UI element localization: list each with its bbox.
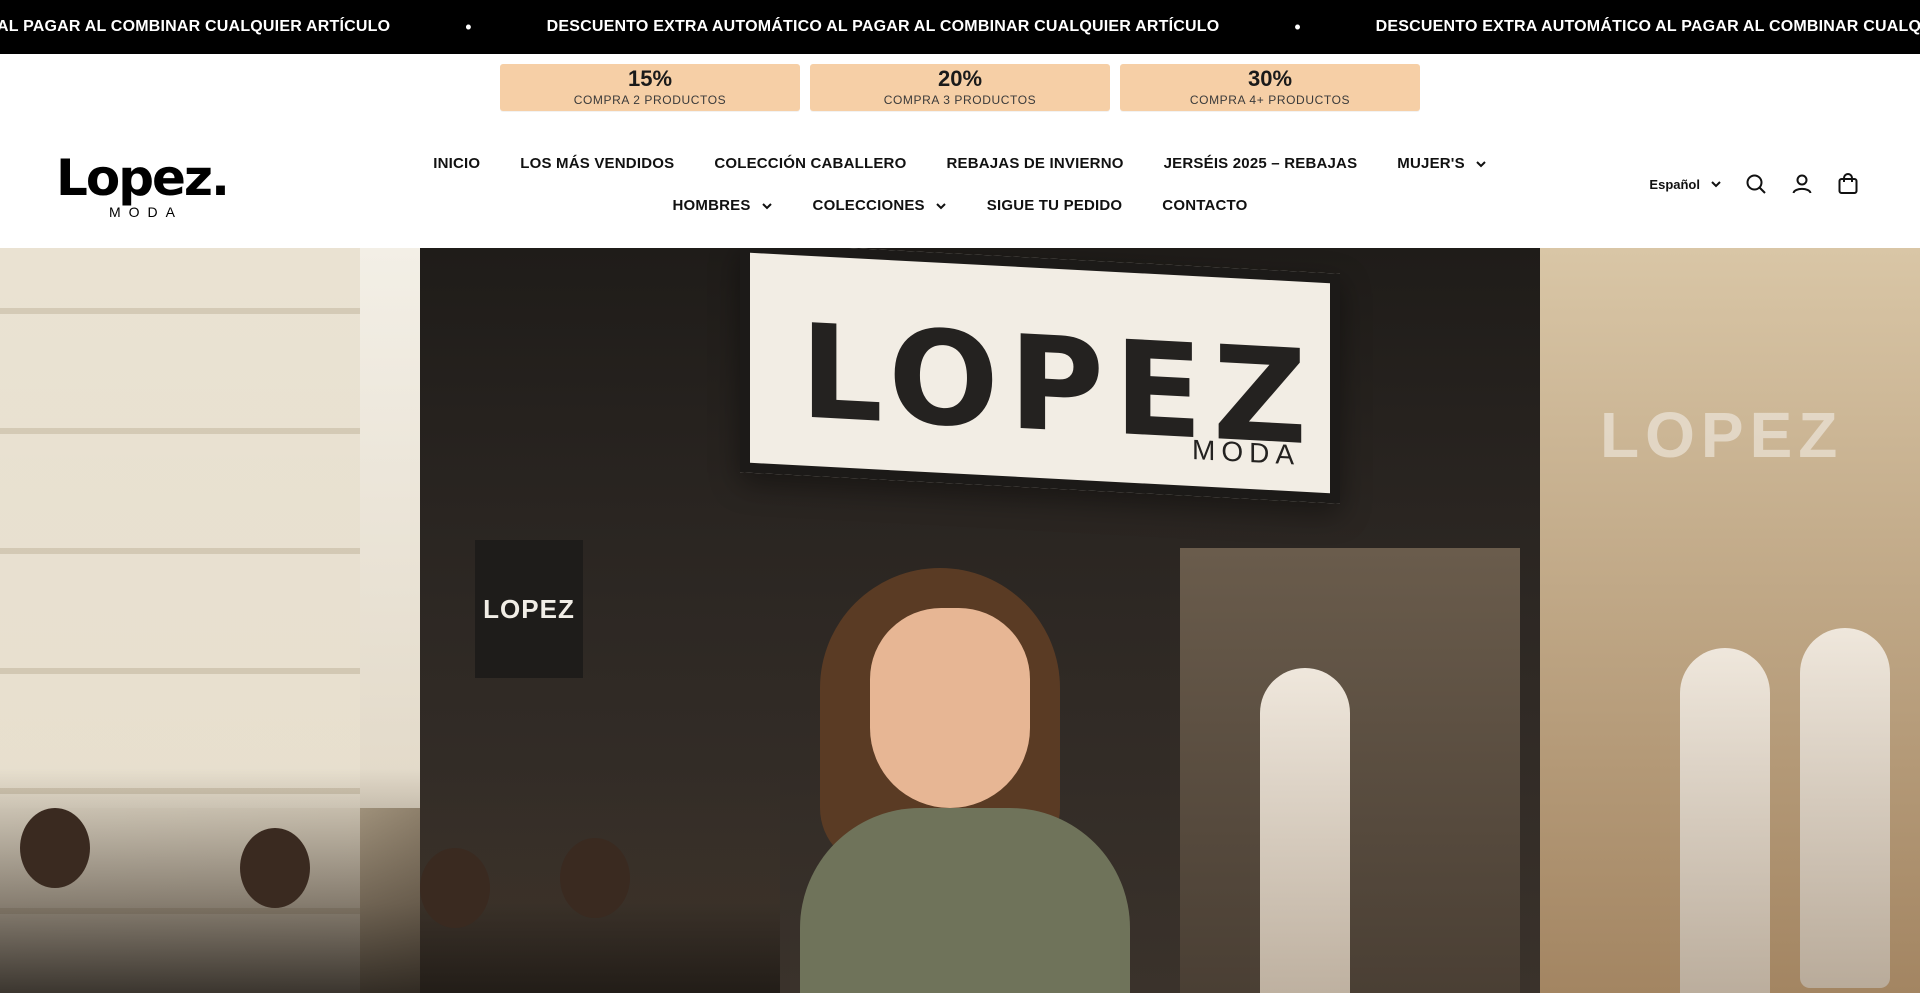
main-nav-row-1: INICIO LOS MÁS VENDIDOS COLECCIÓN CABALL… bbox=[0, 155, 1920, 172]
hero-window bbox=[1180, 548, 1520, 993]
discount-tier: 30% COMPRA 4+ PRODUCTOS bbox=[1120, 64, 1420, 111]
announcement-separator: • bbox=[465, 16, 472, 37]
nav-item-inicio[interactable]: INICIO bbox=[433, 155, 480, 172]
tier-label: COMPRA 3 PRODUCTOS bbox=[883, 93, 1037, 107]
nav-item-mas-vendidos[interactable]: LOS MÁS VENDIDOS bbox=[520, 155, 674, 172]
nav-item-mujers[interactable]: MUJER'S bbox=[1397, 155, 1486, 172]
announcement-text: DESCUENTO EXTRA AUTOMÁTICO AL PAGAR AL C… bbox=[546, 18, 1220, 35]
nav-label: COLECCIÓN CABALLERO bbox=[714, 155, 907, 172]
crowd-person bbox=[20, 808, 90, 888]
nav-item-coleccion-caballero[interactable]: COLECCIÓN CABALLERO bbox=[714, 155, 906, 172]
tier-label: COMPRA 4+ PRODUCTOS bbox=[1189, 93, 1351, 107]
discount-tier: 20% COMPRA 3 PRODUCTOS bbox=[810, 64, 1110, 111]
small-sign-text: LOPEZ bbox=[483, 593, 575, 624]
account-icon[interactable] bbox=[1790, 172, 1814, 196]
crowd-person bbox=[420, 848, 490, 928]
nav-item-sigue-pedido[interactable]: SIGUE TU PEDIDO bbox=[987, 197, 1123, 214]
cart-icon[interactable] bbox=[1836, 172, 1860, 196]
announcement-bar: OMÁTICO AL PAGAR AL COMBINAR CUALQUIER A… bbox=[0, 0, 1920, 54]
nav-label: LOS MÁS VENDIDOS bbox=[520, 155, 675, 172]
announcement-track: OMÁTICO AL PAGAR AL COMBINAR CUALQUIER A… bbox=[0, 0, 1920, 54]
nav-label: HOMBRES bbox=[672, 197, 751, 214]
nav-item-hombres[interactable]: HOMBRES bbox=[672, 197, 772, 214]
crowd-person bbox=[240, 828, 310, 908]
announcement-text: OMÁTICO AL PAGAR AL COMBINAR CUALQUIER A… bbox=[0, 18, 391, 35]
search-icon[interactable] bbox=[1744, 172, 1768, 196]
nav-item-rebajas-invierno[interactable]: REBAJAS DE INVIERNO bbox=[946, 155, 1123, 172]
nav-label: REBAJAS DE INVIERNO bbox=[946, 155, 1124, 172]
nav-item-colecciones[interactable]: COLECCIONES bbox=[813, 197, 947, 214]
nav-label: CONTACTO bbox=[1162, 197, 1248, 214]
discount-tiers: 15% COMPRA 2 PRODUCTOS 20% COMPRA 3 PROD… bbox=[500, 64, 1420, 111]
window-reflection-text: LOPEZ bbox=[1600, 399, 1844, 471]
nav-label: SIGUE TU PEDIDO bbox=[986, 197, 1123, 214]
nav-label: COLECCIONES bbox=[812, 197, 925, 214]
chevron-down-icon bbox=[936, 202, 946, 209]
tier-label: COMPRA 2 PRODUCTOS bbox=[573, 93, 727, 107]
discount-tier: 15% COMPRA 2 PRODUCTOS bbox=[500, 64, 800, 111]
language-label: Español bbox=[1649, 176, 1700, 192]
store-sign: LOPEZ MODA bbox=[740, 248, 1340, 504]
hero-crowd bbox=[0, 768, 780, 993]
crowd-person bbox=[560, 838, 630, 918]
hero-banner[interactable]: LOPEZ LOPEZ MODA LOPEZ bbox=[0, 248, 1920, 993]
language-selector[interactable]: Español bbox=[1649, 177, 1722, 192]
model-face bbox=[870, 608, 1030, 808]
announcement-text: DESCUENTO EXTRA AUTOMÁTICO AL PAGAR AL C… bbox=[1375, 18, 1920, 35]
chevron-down-icon bbox=[1711, 181, 1721, 188]
nav-item-contacto[interactable]: CONTACTO bbox=[1162, 197, 1247, 214]
chevron-down-icon bbox=[761, 202, 772, 209]
nav-item-jerseis-rebajas[interactable]: JERSÉIS 2025 – REBAJAS bbox=[1164, 155, 1358, 172]
small-store-sign: LOPEZ bbox=[475, 540, 583, 678]
mannequin bbox=[1260, 668, 1350, 993]
model-body bbox=[800, 808, 1130, 993]
tier-percent: 15% bbox=[627, 66, 673, 91]
tier-percent: 30% bbox=[1247, 66, 1293, 91]
chevron-down-icon bbox=[1476, 160, 1486, 167]
hero-model bbox=[800, 568, 1130, 993]
mannequin bbox=[1800, 628, 1890, 988]
store-sign-subtext: MODA bbox=[1192, 433, 1300, 471]
mannequin bbox=[1680, 648, 1770, 993]
nav-label: INICIO bbox=[433, 155, 481, 172]
announcement-separator: • bbox=[1294, 16, 1301, 37]
main-nav-row-2: HOMBRES COLECCIONES SIGUE TU PEDIDO CONT… bbox=[0, 197, 1920, 214]
nav-label: MUJER'S bbox=[1397, 155, 1465, 172]
nav-label: JERSÉIS 2025 – REBAJAS bbox=[1163, 155, 1358, 172]
tier-percent: 20% bbox=[937, 66, 983, 91]
header-tools: Español bbox=[1649, 172, 1860, 196]
site-header: Lopez. MODA INICIO LOS MÁS VENDIDOS COLE… bbox=[0, 120, 1920, 248]
